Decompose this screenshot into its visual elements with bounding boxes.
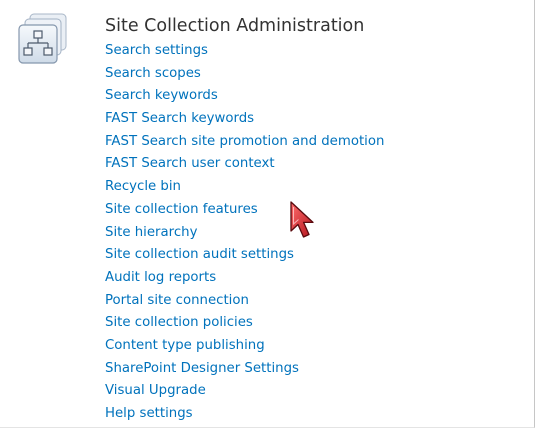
content-type-publishing-link[interactable]: Content type publishing — [105, 338, 265, 353]
visual-upgrade-link[interactable]: Visual Upgrade — [105, 383, 206, 398]
site-collection-features-link[interactable]: Site collection features — [105, 202, 258, 217]
recycle-bin-link[interactable]: Recycle bin — [105, 179, 181, 194]
search-keywords-link[interactable]: Search keywords — [105, 88, 218, 103]
list-item: Audit log reports — [105, 267, 384, 290]
list-item: Visual Upgrade — [105, 380, 384, 403]
list-item: Recycle bin — [105, 176, 384, 199]
list-item: Help settings — [105, 403, 384, 426]
fast-search-user-context-link[interactable]: FAST Search user context — [105, 156, 275, 171]
list-item: SharePoint Designer Settings — [105, 358, 384, 381]
help-settings-link[interactable]: Help settings — [105, 406, 193, 421]
fast-search-site-promotion-link[interactable]: FAST Search site promotion and demotion — [105, 134, 384, 149]
site-hierarchy-icon — [16, 12, 70, 66]
admin-links-list: Search settings Search scopes Search key… — [105, 40, 384, 426]
list-item: Search keywords — [105, 85, 384, 108]
search-settings-link[interactable]: Search settings — [105, 43, 208, 58]
list-item: Portal site connection — [105, 290, 384, 313]
list-item: Search scopes — [105, 63, 384, 86]
search-scopes-link[interactable]: Search scopes — [105, 66, 201, 81]
site-collection-admin-section: Site Collection Administration Search se… — [105, 14, 384, 426]
list-item: FAST Search keywords — [105, 108, 384, 131]
settings-panel: Site Collection Administration Search se… — [0, 0, 535, 428]
list-item: Search settings — [105, 40, 384, 63]
sharepoint-designer-settings-link[interactable]: SharePoint Designer Settings — [105, 361, 299, 376]
mouse-pointer-icon — [288, 200, 320, 246]
list-item: FAST Search user context — [105, 153, 384, 176]
portal-site-connection-link[interactable]: Portal site connection — [105, 293, 249, 308]
fast-search-keywords-link[interactable]: FAST Search keywords — [105, 111, 254, 126]
list-item: Site collection audit settings — [105, 244, 384, 267]
section-title: Site Collection Administration — [105, 16, 365, 36]
list-item: Content type publishing — [105, 335, 384, 358]
list-item: Site collection features — [105, 199, 384, 222]
list-item: FAST Search site promotion and demotion — [105, 131, 384, 154]
list-item: Site collection policies — [105, 312, 384, 335]
site-collection-policies-link[interactable]: Site collection policies — [105, 315, 253, 330]
list-item: Site hierarchy — [105, 222, 384, 245]
audit-log-reports-link[interactable]: Audit log reports — [105, 270, 216, 285]
site-collection-audit-settings-link[interactable]: Site collection audit settings — [105, 247, 294, 262]
site-hierarchy-link[interactable]: Site hierarchy — [105, 225, 197, 240]
